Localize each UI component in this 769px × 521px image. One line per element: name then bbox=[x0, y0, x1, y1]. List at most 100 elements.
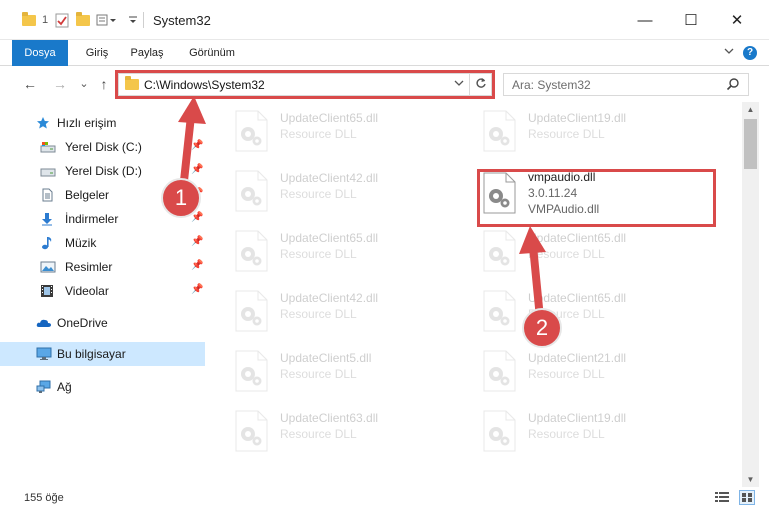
sidebar-item-label: İndirmeler bbox=[65, 212, 119, 226]
minimize-button[interactable]: — bbox=[622, 0, 668, 40]
item-count: 155 öğe bbox=[24, 492, 64, 504]
pin-icon[interactable]: 📌 bbox=[191, 140, 203, 151]
file-description: Resource DLL bbox=[528, 127, 605, 141]
file-item[interactable]: UpdateClient65.dll Resource DLL bbox=[456, 282, 696, 338]
forward-button[interactable]: → bbox=[50, 75, 70, 93]
file-item[interactable]: UpdateClient19.dll Resource DLL bbox=[456, 102, 696, 158]
file-description: Resource DLL bbox=[280, 127, 357, 141]
tab-share[interactable]: Paylaş bbox=[124, 40, 170, 66]
file-item[interactable]: UpdateClient63.dll Resource DLL bbox=[208, 402, 448, 458]
sidebar-item-music[interactable]: Müzik 📌 bbox=[0, 231, 205, 255]
file-description: Resource DLL bbox=[528, 247, 605, 261]
navigation-pane: Hızlı erişim Yerel Disk (C:) 📌 Yerel Dis… bbox=[0, 102, 208, 487]
pin-icon[interactable]: 📌 bbox=[191, 284, 203, 295]
file-item[interactable]: UpdateClient42.dll Resource DLL bbox=[208, 282, 448, 338]
details-view-icon[interactable] bbox=[714, 490, 730, 505]
star-icon bbox=[36, 116, 50, 130]
scroll-down-icon[interactable]: ▼ bbox=[742, 475, 759, 484]
sidebar-item-network[interactable]: Ağ bbox=[0, 375, 205, 399]
dll-file-icon bbox=[232, 350, 270, 392]
pin-icon[interactable]: 📌 bbox=[191, 260, 203, 271]
file-highlight-box bbox=[477, 169, 716, 227]
file-description: Resource DLL bbox=[528, 367, 605, 381]
step-badge-2: 2 bbox=[522, 308, 562, 348]
sidebar-item-this-pc[interactable]: Bu bilgisayar bbox=[0, 342, 205, 366]
search-icon bbox=[726, 77, 740, 94]
vertical-scrollbar[interactable]: ▲ ▼ bbox=[742, 102, 759, 487]
file-name: UpdateClient65.dll bbox=[280, 231, 379, 245]
file-name: UpdateClient65.dll bbox=[280, 111, 379, 125]
file-description: Resource DLL bbox=[280, 367, 357, 381]
dropdown-icon[interactable] bbox=[128, 12, 138, 28]
recent-locations-button[interactable]: ⌄ bbox=[74, 75, 94, 93]
sidebar-item-label: Bu bilgisayar bbox=[57, 347, 126, 361]
dll-file-icon bbox=[232, 290, 270, 332]
download-icon bbox=[40, 212, 54, 226]
dll-file-icon bbox=[480, 350, 518, 392]
ribbon-tabs: Dosya Giriş Paylaş Görünüm ? bbox=[0, 40, 769, 96]
file-name: UpdateClient5.dll bbox=[280, 351, 372, 365]
file-name: UpdateClient19.dll bbox=[528, 411, 627, 425]
sidebar-item-quick-access[interactable]: Hızlı erişim bbox=[0, 111, 205, 135]
file-item[interactable]: UpdateClient65.dll Resource DLL bbox=[456, 222, 696, 278]
file-description: Resource DLL bbox=[280, 187, 357, 201]
file-name: UpdateClient21.dll bbox=[528, 351, 627, 365]
sidebar-item-label: Yerel Disk (C:) bbox=[65, 140, 142, 154]
file-name: UpdateClient19.dll bbox=[528, 111, 627, 125]
search-input[interactable]: Ara: System32 bbox=[512, 78, 591, 92]
computer-icon bbox=[36, 347, 52, 361]
scrollbar-thumb[interactable] bbox=[744, 119, 757, 169]
dll-file-icon bbox=[480, 410, 518, 452]
search-box[interactable]: Ara: System32 bbox=[503, 73, 749, 96]
scroll-up-icon[interactable]: ▲ bbox=[742, 105, 759, 114]
music-icon bbox=[40, 236, 54, 250]
file-description: Resource DLL bbox=[280, 247, 357, 261]
file-item[interactable]: UpdateClient65.dll Resource DLL bbox=[208, 102, 448, 158]
sidebar-item-videos[interactable]: Videolar 📌 bbox=[0, 279, 205, 303]
back-button[interactable]: ← bbox=[20, 75, 40, 93]
file-name: UpdateClient42.dll bbox=[280, 291, 379, 305]
tab-view[interactable]: Görünüm bbox=[182, 40, 242, 66]
drive-icon bbox=[40, 140, 56, 154]
large-icons-view-icon[interactable] bbox=[739, 490, 755, 505]
step-badge-1: 1 bbox=[161, 178, 201, 218]
expand-ribbon-icon[interactable] bbox=[723, 45, 735, 60]
maximize-button[interactable]: ☐ bbox=[668, 0, 714, 40]
file-item[interactable]: UpdateClient5.dll Resource DLL bbox=[208, 342, 448, 398]
sidebar-item-label: Belgeler bbox=[65, 188, 110, 202]
file-item[interactable]: UpdateClient42.dll Resource DLL bbox=[208, 162, 448, 218]
help-button[interactable]: ? bbox=[743, 46, 757, 60]
title-bar: 1 System32 — ☐ ✕ bbox=[0, 0, 769, 40]
folder-icon[interactable] bbox=[22, 11, 36, 28]
properties-icon[interactable] bbox=[55, 12, 69, 28]
file-item[interactable]: UpdateClient19.dll Resource DLL bbox=[456, 402, 696, 458]
file-item[interactable]: UpdateClient21.dll Resource DLL bbox=[456, 342, 696, 398]
file-description: Resource DLL bbox=[528, 427, 605, 441]
sidebar-item-label: OneDrive bbox=[57, 316, 108, 330]
sidebar-item-pictures[interactable]: Resimler 📌 bbox=[0, 255, 205, 279]
dll-file-icon bbox=[232, 230, 270, 272]
file-name: UpdateClient65.dll bbox=[528, 291, 627, 305]
file-description: Resource DLL bbox=[280, 427, 357, 441]
sidebar-item-label: Videolar bbox=[65, 284, 109, 298]
file-description: Resource DLL bbox=[280, 307, 357, 321]
dll-file-icon bbox=[232, 410, 270, 452]
file-list: UpdateClient65.dll Resource DLL UpdateCl… bbox=[208, 102, 742, 487]
pin-icon[interactable]: 📌 bbox=[191, 236, 203, 247]
pin-icon[interactable]: 📌 bbox=[191, 164, 203, 175]
dll-file-icon bbox=[232, 170, 270, 212]
sidebar-item-label: Resimler bbox=[65, 260, 113, 274]
tab-home[interactable]: Giriş bbox=[76, 40, 118, 66]
customize-toolbar-icon[interactable] bbox=[96, 12, 118, 28]
sidebar-item-local-disk-c[interactable]: Yerel Disk (C:) 📌 bbox=[0, 135, 205, 159]
sidebar-item-label: Hızlı erişim bbox=[57, 116, 117, 130]
new-folder-icon[interactable] bbox=[76, 11, 90, 28]
status-bar: 155 öğe bbox=[0, 487, 769, 509]
file-item[interactable]: UpdateClient65.dll Resource DLL bbox=[208, 222, 448, 278]
close-button[interactable]: ✕ bbox=[714, 0, 760, 40]
file-name: UpdateClient42.dll bbox=[280, 171, 379, 185]
up-button[interactable]: ↑ bbox=[94, 75, 114, 93]
sidebar-item-onedrive[interactable]: OneDrive bbox=[0, 311, 205, 335]
address-highlight-box bbox=[115, 70, 495, 99]
sidebar-item-label: Ağ bbox=[57, 380, 72, 394]
